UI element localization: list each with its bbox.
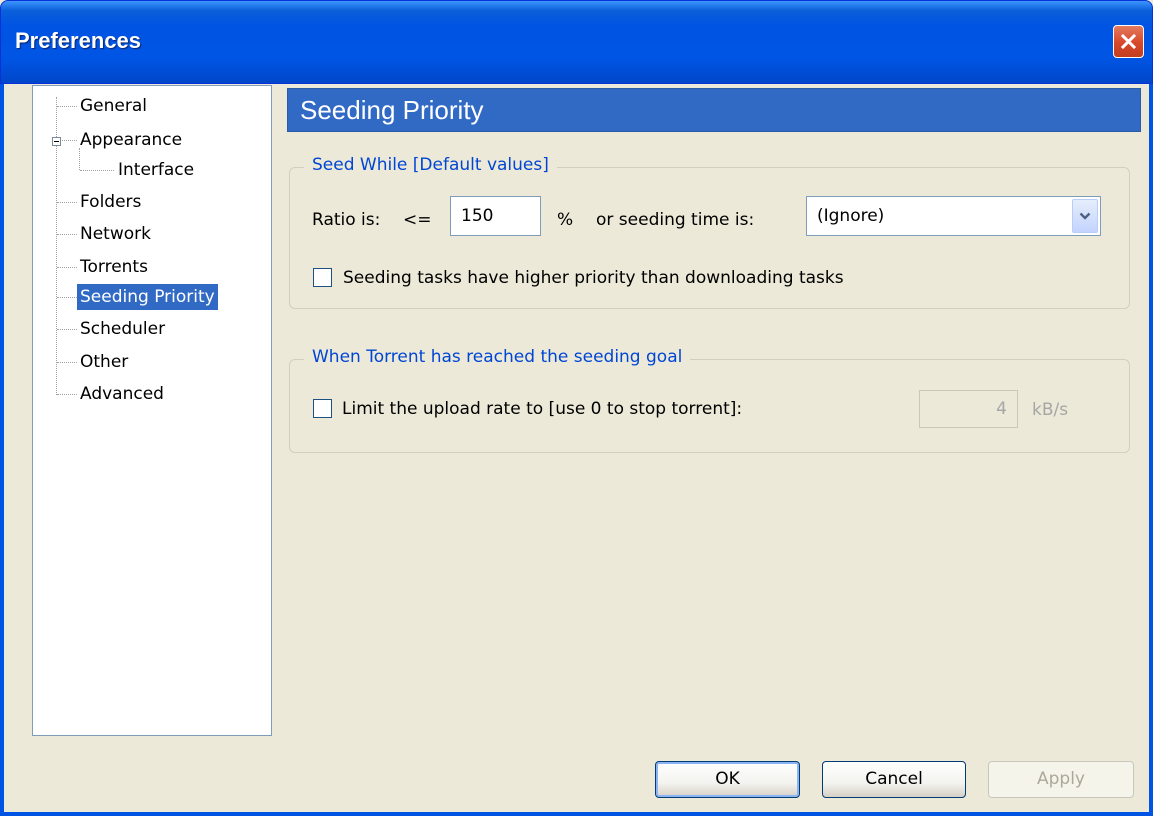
page-title: Seeding Priority [300, 95, 484, 125]
ok-button[interactable]: OK [655, 761, 800, 798]
seed-while-legend: Seed While [Default values] [304, 155, 557, 175]
close-icon [1120, 33, 1137, 50]
tree-line [57, 234, 77, 235]
limit-upload-checkbox[interactable] [313, 399, 332, 418]
tree-line [57, 106, 77, 107]
tree-line [57, 297, 77, 298]
tree-item-appearance[interactable]: Appearance [77, 127, 185, 153]
upload-rate-unit: kB/s [1032, 400, 1069, 420]
priority-checkbox[interactable] [313, 268, 332, 287]
limit-upload-label[interactable]: Limit the upload rate to [use 0 to stop … [342, 399, 742, 419]
tree-item-scheduler[interactable]: Scheduler [77, 316, 168, 342]
ratio-operator: <= [403, 210, 432, 230]
apply-button[interactable]: Apply [988, 761, 1134, 798]
seeding-goal-legend: When Torrent has reached the seeding goa… [304, 347, 691, 367]
percent-label: % [557, 210, 574, 230]
tree-line [57, 329, 77, 330]
close-button[interactable] [1113, 25, 1144, 58]
chevron-down-icon [1079, 212, 1091, 220]
seeding-time-value: (Ignore) [817, 206, 885, 226]
tree-collapse-icon[interactable] [52, 137, 61, 146]
title-bar: Preferences [0, 0, 1153, 84]
category-tree[interactable]: General Appearance Interface Folders Net… [32, 85, 272, 736]
tree-item-folders[interactable]: Folders [77, 189, 144, 215]
tree-item-advanced[interactable]: Advanced [77, 381, 167, 407]
upload-rate-input[interactable]: 4 [919, 390, 1018, 428]
tree-line [57, 202, 77, 203]
tree-item-seeding-priority[interactable]: Seeding Priority [77, 284, 218, 310]
tree-item-network[interactable]: Network [77, 221, 154, 247]
tree-line [57, 394, 77, 395]
window-title: Preferences [15, 28, 141, 53]
tree-item-general[interactable]: General [77, 93, 150, 119]
tree-line [57, 267, 77, 268]
tree-item-interface[interactable]: Interface [115, 157, 197, 183]
seeding-time-label: or seeding time is: [596, 210, 755, 230]
cancel-button[interactable]: Cancel [822, 761, 966, 798]
tree-item-torrents[interactable]: Torrents [77, 254, 151, 280]
tree-item-other[interactable]: Other [77, 349, 131, 375]
page-header: Seeding Priority [287, 88, 1141, 132]
ratio-input[interactable]: 150 [450, 196, 541, 236]
seeding-time-select[interactable]: (Ignore) [806, 196, 1101, 236]
dropdown-button[interactable] [1072, 199, 1098, 233]
ratio-label: Ratio is: [312, 210, 381, 230]
tree-line [80, 170, 114, 171]
tree-line [57, 362, 77, 363]
priority-checkbox-label[interactable]: Seeding tasks have higher priority than … [343, 268, 844, 288]
tree-line [62, 140, 77, 141]
